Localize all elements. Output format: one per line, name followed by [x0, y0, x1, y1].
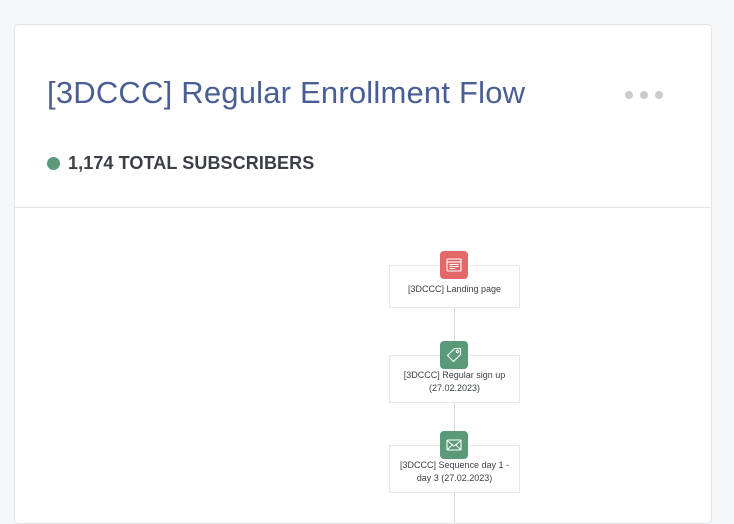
- envelope-icon[interactable]: [440, 431, 468, 459]
- subscriber-count-label: 1,174 TOTAL SUBSCRIBERS: [68, 153, 315, 173]
- flow-canvas: [3DCCC] Landing page [3DCCC] Regular sig…: [15, 208, 711, 523]
- flow-node-label: [3DCCC] Sequence day 1 - day 3 (27.02.20…: [399, 460, 510, 483]
- tag-icon[interactable]: [440, 341, 468, 369]
- flow-card: [3DCCC] Regular Enrollment Flow 1,174 TO…: [14, 24, 712, 524]
- more-dot-icon: [625, 91, 633, 99]
- more-options-button[interactable]: [621, 87, 667, 103]
- flow-connector: [454, 492, 455, 523]
- subscriber-count: 1,174 TOTAL SUBSCRIBERS: [47, 153, 314, 174]
- flow-node-label: [3DCCC] Landing page: [407, 284, 502, 294]
- landing-page-icon[interactable]: [440, 251, 468, 279]
- flow-node-label: [3DCCC] Regular sign up (27.02.2023): [403, 370, 506, 393]
- flow-card-header: [3DCCC] Regular Enrollment Flow 1,174 TO…: [15, 25, 711, 208]
- flow-title[interactable]: [3DCCC] Regular Enrollment Flow: [47, 75, 525, 111]
- more-dot-icon: [655, 91, 663, 99]
- more-dot-icon: [640, 91, 648, 99]
- status-indicator-icon: [47, 157, 60, 170]
